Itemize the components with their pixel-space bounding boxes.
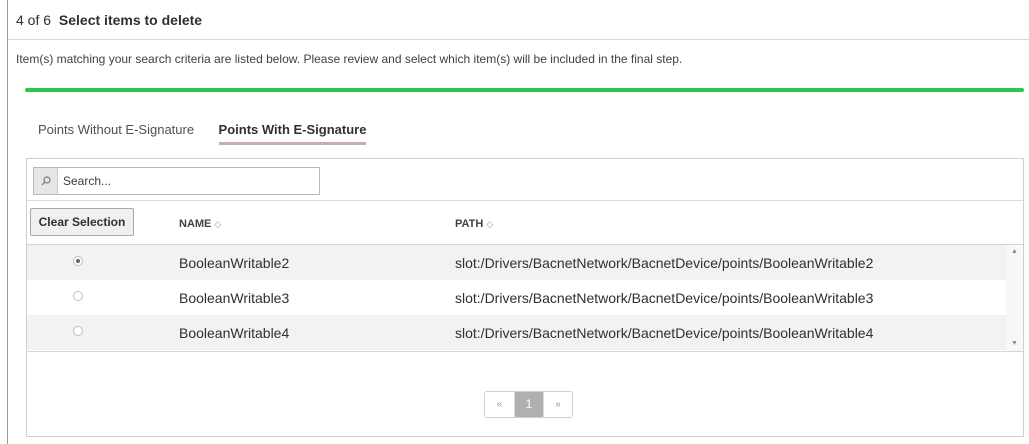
cell-name: BooleanWritable3 bbox=[179, 290, 290, 306]
progress-bar bbox=[25, 88, 1024, 92]
column-header-name[interactable]: NAME ◇ bbox=[179, 218, 221, 230]
column-header-path[interactable]: PATH ◇ bbox=[455, 218, 493, 230]
row-radio[interactable] bbox=[73, 326, 83, 336]
tab-bar: Points Without E-Signature Points With E… bbox=[38, 118, 386, 145]
sort-icon: ◇ bbox=[486, 219, 494, 229]
cell-name: BooleanWritable4 bbox=[179, 325, 290, 341]
cell-name: BooleanWritable2 bbox=[179, 255, 290, 271]
table-row[interactable]: BooleanWritable3 slot:/Drivers/BacnetNet… bbox=[27, 280, 1007, 315]
step-header: 4 of 6 Select items to delete bbox=[8, 0, 1029, 40]
sort-icon: ◇ bbox=[214, 219, 222, 229]
search-row bbox=[27, 159, 1023, 201]
table-divider bbox=[27, 351, 1023, 352]
wizard-frame: 4 of 6 Select items to delete Item(s) ma… bbox=[7, 0, 1029, 444]
pagination: « 1 » bbox=[484, 391, 573, 418]
search-input[interactable] bbox=[58, 168, 319, 194]
row-radio[interactable] bbox=[73, 291, 83, 301]
cell-path: slot:/Drivers/BacnetNetwork/BacnetDevice… bbox=[455, 290, 874, 306]
page-1-button[interactable]: 1 bbox=[514, 392, 543, 417]
scroll-down-icon[interactable]: ▼ bbox=[1006, 337, 1023, 351]
prev-page-button[interactable]: « bbox=[485, 392, 514, 417]
table-scrollbar[interactable]: ▲ ▼ bbox=[1006, 245, 1023, 351]
step-count: 4 of 6 bbox=[16, 12, 52, 28]
row-radio[interactable] bbox=[73, 256, 83, 266]
cell-path: slot:/Drivers/BacnetNetwork/BacnetDevice… bbox=[455, 255, 874, 271]
table-row[interactable]: BooleanWritable4 slot:/Drivers/BacnetNet… bbox=[27, 315, 1007, 350]
items-table-panel: Clear Selection NAME◇ PATH◇ BooleanWrita… bbox=[26, 158, 1024, 437]
next-page-button[interactable]: » bbox=[543, 392, 572, 417]
table-header: Clear Selection NAME ◇ PATH ◇ bbox=[27, 201, 1023, 245]
description-text: Item(s) matching your search criteria ar… bbox=[16, 52, 683, 66]
column-name-label: NAME bbox=[179, 218, 212, 230]
search-box bbox=[33, 167, 320, 195]
column-path-label: PATH bbox=[455, 218, 484, 230]
tab-points-with-esignature[interactable]: Points With E-Signature bbox=[218, 118, 367, 145]
progress-fill bbox=[25, 88, 1024, 92]
table-body: BooleanWritable2 slot:/Drivers/BacnetNet… bbox=[27, 245, 1007, 350]
table-row[interactable]: BooleanWritable2 slot:/Drivers/BacnetNet… bbox=[27, 245, 1007, 280]
search-icon[interactable] bbox=[34, 168, 58, 194]
cell-path: slot:/Drivers/BacnetNetwork/BacnetDevice… bbox=[455, 325, 874, 341]
step-title: Select items to delete bbox=[58, 12, 203, 28]
tab-points-without-esignature[interactable]: Points Without E-Signature bbox=[38, 118, 194, 144]
scroll-up-icon[interactable]: ▲ bbox=[1006, 245, 1023, 259]
clear-selection-button[interactable]: Clear Selection bbox=[30, 208, 134, 236]
